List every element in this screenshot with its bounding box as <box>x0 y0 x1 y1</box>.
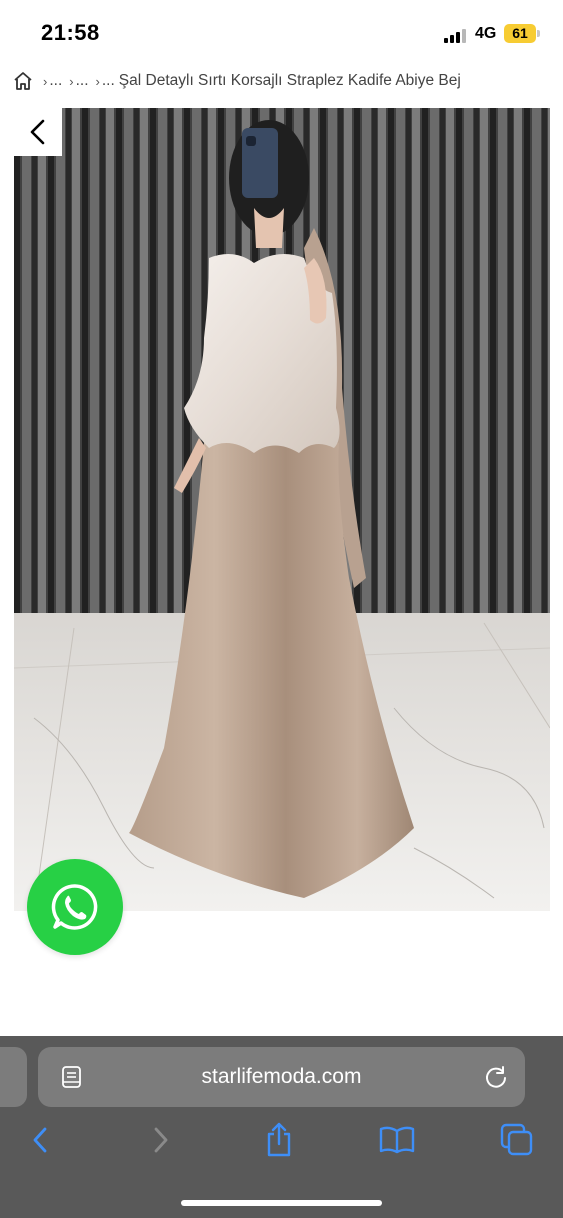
chevron-right-icon: › <box>69 73 74 89</box>
battery-icon: 61 <box>504 24 536 43</box>
tabs-icon <box>500 1123 533 1156</box>
address-bar[interactable]: starlifemoda.com <box>38 1047 525 1107</box>
previous-tab-preview[interactable] <box>0 1047 27 1107</box>
share-icon <box>267 1122 291 1157</box>
back-button[interactable] <box>14 108 62 156</box>
reload-icon[interactable] <box>483 1064 509 1090</box>
bookmarks-icon <box>379 1126 415 1154</box>
whatsapp-icon <box>51 884 98 930</box>
share-button[interactable] <box>261 1122 297 1158</box>
chevron-left-icon <box>30 119 45 145</box>
url-text[interactable]: starlifemoda.com <box>38 1065 525 1089</box>
home-icon[interactable] <box>12 70 34 92</box>
breadcrumb: › ... › ... › ... Şal Detaylı Sırtı Kors… <box>12 68 461 94</box>
forward-button[interactable] <box>143 1122 179 1158</box>
whatsapp-button[interactable] <box>27 859 123 955</box>
status-bar: 21:58 4G 61 <box>0 0 563 66</box>
safari-toolbar: starlifemoda.com <box>0 1036 563 1218</box>
status-time: 21:58 <box>41 20 100 45</box>
signal-icon <box>444 27 470 43</box>
tabs-button[interactable] <box>499 1122 535 1158</box>
battery-tip <box>537 30 540 37</box>
back-icon <box>33 1127 47 1153</box>
chevron-right-icon: › <box>95 73 100 89</box>
forward-icon <box>154 1127 168 1153</box>
breadcrumb-item-3[interactable]: ... <box>102 72 115 90</box>
network-type: 4G <box>475 25 497 42</box>
breadcrumb-item-1[interactable]: ... <box>49 72 62 90</box>
chevron-right-icon: › <box>43 73 48 89</box>
breadcrumb-item-2[interactable]: ... <box>76 72 89 90</box>
home-indicator[interactable] <box>181 1200 382 1206</box>
back-button[interactable] <box>22 1122 58 1158</box>
breadcrumb-current: Şal Detaylı Sırtı Korsajlı Straplez Kadi… <box>118 72 461 89</box>
bookmarks-button[interactable] <box>379 1122 415 1158</box>
evening-dress-photo[interactable] <box>14 108 550 911</box>
